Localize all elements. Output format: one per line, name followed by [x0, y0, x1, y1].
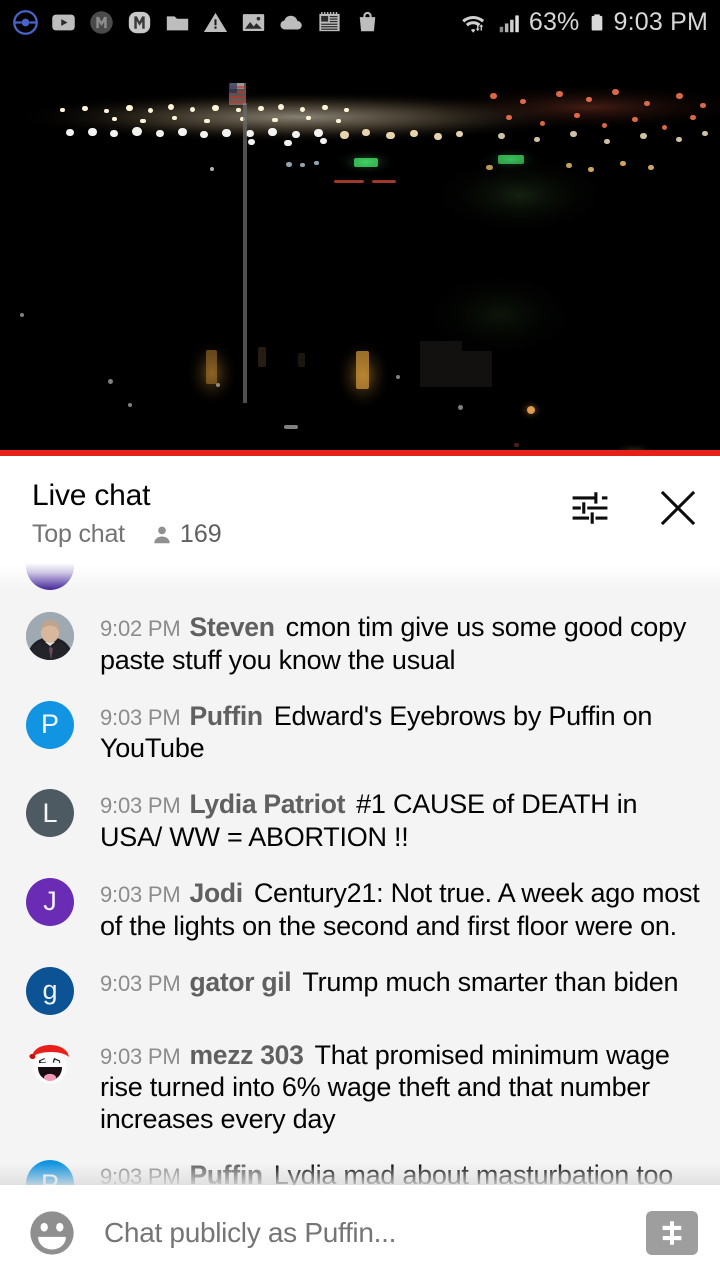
emoji-face-icon[interactable] — [26, 1207, 78, 1259]
message-body: 9:03 PM Jodi Century21: Not true. A week a… — [100, 875, 702, 942]
message-body: 9:02 PM Steven cmon tim give us some good … — [100, 609, 702, 676]
avatar-letter: J — [43, 886, 57, 917]
status-bar-notification-icons — [12, 9, 381, 36]
message-author[interactable]: gator gil — [190, 967, 292, 997]
message-timestamp: 9:03 PM — [100, 1164, 181, 1185]
avatar-letter: g — [42, 975, 58, 1006]
photo-icon — [242, 14, 265, 31]
super-chat-dollar-icon — [662, 1220, 682, 1245]
message-text: Edward's Eyebrows by Puffin on YouTube — [100, 700, 653, 764]
chat-header-actions — [566, 478, 702, 532]
avatar — [26, 1039, 74, 1088]
message-author[interactable]: Steven — [190, 612, 275, 642]
status-bar-system-icons: 63% 9:03 PM — [460, 9, 708, 37]
chat-settings-icon — [572, 492, 608, 524]
message-text: Trump much smarter than biden — [302, 966, 679, 997]
shopping-bag-icon — [359, 11, 376, 32]
chat-header-subtitle: Top chat 169 — [32, 522, 222, 547]
chat-message-list[interactable]: 9:02 PM Steven cmon tim give us some good … — [0, 563, 720, 1185]
avatar-letter: P — [40, 709, 59, 740]
warning-triangle-icon — [203, 12, 228, 32]
chat-mode-selector[interactable]: Top chat — [32, 522, 125, 547]
message-author[interactable]: Jodi — [190, 878, 244, 908]
avatar — [26, 563, 74, 590]
message-body: 9:03 PM Puffin Edward's Eyebrows by Puffin… — [100, 698, 702, 765]
m-badge-dark-icon — [90, 11, 113, 34]
close-chat-button[interactable] — [654, 484, 702, 532]
message-timestamp: 9:03 PM — [100, 793, 181, 819]
pokemon-go-icon — [13, 10, 38, 35]
list-item[interactable]: 9:02 PM Steven cmon tim give us some good … — [0, 598, 720, 687]
folder-icon — [166, 16, 189, 31]
list-item[interactable]: 9:03 PM mezz 303 That promised minimum wag… — [0, 1026, 720, 1147]
youtube-icon — [52, 14, 75, 31]
list-item[interactable]: J 9:03 PM Jodi Century21: Not true. A week… — [0, 864, 720, 953]
m-badge-light-icon — [128, 11, 151, 34]
live-chat-header: Live chat Top chat 169 — [0, 456, 720, 563]
avatar-letter: P — [40, 1168, 59, 1185]
person-icon — [154, 526, 170, 544]
message-body: 9:03 PM Lydia Patriot #1 CAUSE of DEATH in… — [100, 786, 702, 853]
chat-settings-button[interactable] — [566, 484, 614, 532]
viewer-count-label: 169 — [179, 520, 222, 549]
message-timestamp: 9:03 PM — [100, 881, 181, 907]
message-timestamp: 9:03 PM — [100, 1043, 181, 1069]
battery-icon — [592, 14, 603, 31]
message-body: 9:03 PM gator gil Trump much smarter than … — [100, 964, 679, 999]
message-author[interactable]: mezz 303 — [190, 1040, 304, 1070]
clock-label: 9:03 PM — [613, 8, 708, 36]
avatar: L — [26, 789, 74, 838]
list-item[interactable]: P 9:03 PM Puffin Lydia mad about masturbat… — [0, 1146, 720, 1185]
avatar: P — [26, 1160, 74, 1185]
wifi-icon — [462, 15, 484, 33]
message-body: 9:03 PM mezz 303 That promised minimum wag… — [100, 1037, 702, 1136]
avatar: J — [26, 877, 74, 926]
avatar-letter: L — [42, 797, 58, 828]
live-video-player[interactable] — [0, 45, 720, 456]
message-timestamp: 9:03 PM — [100, 970, 181, 996]
page-title: Live chat — [32, 479, 151, 512]
super-chat-button[interactable] — [646, 1210, 698, 1255]
viewer-count: 169 — [151, 522, 222, 547]
cloud-icon — [280, 15, 302, 30]
list-item[interactable]: P 9:03 PM Puffin Edward's Eyebrows by Puff… — [0, 687, 720, 776]
message-body — [100, 563, 120, 574]
message-text: cmon tim give us some good copy paste st… — [100, 612, 687, 675]
video-frame-night-cityscape — [0, 45, 720, 456]
message-text: Lydia mad about masturbation too — [273, 1160, 674, 1185]
chat-input[interactable] — [104, 1216, 636, 1249]
avatar-awesome-face-red-cap — [26, 1039, 74, 1088]
chat-header-titles: Live chat Top chat 169 — [32, 478, 222, 547]
message-timestamp: 9:02 PM — [100, 616, 181, 641]
avatar-photo-suit-man — [26, 612, 74, 660]
cellular-signal-icon — [499, 14, 519, 32]
news-icon — [319, 12, 340, 32]
close-icon — [660, 490, 696, 526]
avatar — [26, 612, 74, 660]
list-item[interactable] — [0, 563, 720, 598]
status-bar: 63% 9:03 PM — [0, 0, 720, 45]
chat-input-bar — [0, 1185, 720, 1280]
battery-percent-label: 63% — [528, 8, 580, 36]
chat-message-list-inner: 9:02 PM Steven cmon tim give us some good … — [0, 563, 720, 1185]
list-item[interactable]: L 9:03 PM Lydia Patriot #1 CAUSE of DEATH … — [0, 775, 720, 864]
list-item[interactable]: g 9:03 PM gator gil Trump much smarter tha… — [0, 953, 720, 1026]
message-author[interactable]: Puffin — [190, 701, 264, 731]
message-author[interactable]: Puffin — [190, 1160, 264, 1185]
avatar: g — [26, 966, 74, 1015]
avatar: P — [26, 700, 74, 749]
message-timestamp: 9:03 PM — [100, 704, 181, 730]
message-text: That promised minimum wage rise turned i… — [100, 1039, 670, 1135]
message-body: 9:03 PM Puffin Lydia mad about masturbatio… — [100, 1157, 673, 1185]
message-author[interactable]: Lydia Patriot — [190, 789, 346, 819]
